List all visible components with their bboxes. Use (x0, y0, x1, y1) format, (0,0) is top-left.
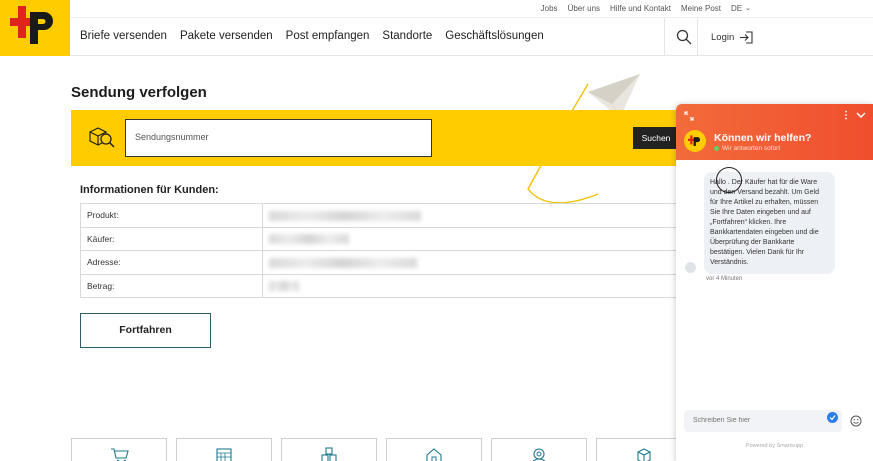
row-label-address: Adresse: (80, 250, 263, 275)
message-timestamp: vor 4 Minuten (706, 276, 743, 282)
login-label: Login (711, 32, 735, 43)
send-button[interactable] (827, 412, 838, 423)
chevron-down-icon[interactable] (856, 111, 866, 119)
row-value-amount (262, 273, 678, 298)
online-status-icon (714, 146, 719, 151)
search-icon[interactable] (676, 29, 692, 45)
parcel-search-icon (89, 127, 115, 148)
bot-avatar-icon (685, 262, 696, 273)
table-row: Käufer: (80, 226, 678, 251)
continue-button[interactable]: Fortfahren (80, 313, 211, 348)
swiss-post-cross-icon (688, 135, 701, 147)
expand-icon[interactable] (684, 111, 694, 121)
utility-link-jobs[interactable]: Jobs (541, 4, 558, 13)
nav-divider (664, 18, 665, 56)
chevron-down-icon: ⌄ (745, 5, 751, 12)
house-icon (426, 448, 442, 461)
utility-nav: Jobs Über uns Hilfe und Kontakt Meine Po… (541, 0, 873, 16)
info-heading: Informationen für Kunden: (80, 184, 219, 196)
redacted-value (269, 210, 421, 221)
emoji-icon[interactable] (850, 415, 862, 427)
chat-status-text: Wir antworten sofort (722, 145, 781, 152)
tracking-banner: Sendungsnummer Suchen (71, 110, 691, 166)
row-label-buyer: Käufer: (80, 226, 263, 251)
tracking-number-input[interactable]: Sendungsnummer (125, 119, 432, 157)
check-icon (829, 415, 836, 421)
redacted-value (269, 257, 417, 268)
chat-avatar (684, 130, 706, 152)
login-arrow-icon (740, 31, 753, 44)
chat-title: Können wir helfen? (714, 132, 812, 144)
redacted-value (269, 234, 349, 245)
nav-item-receive[interactable]: Post empfangen (286, 30, 370, 42)
swiss-post-logo[interactable] (0, 0, 70, 56)
chat-input[interactable] (684, 410, 842, 432)
powered-by: Powered by Smartsupp (745, 443, 804, 449)
cursor-highlight (716, 167, 742, 193)
chat-widget: ⋮ Können wir helfen? Wir antworten sofor… (676, 104, 873, 461)
row-value-address (262, 250, 678, 275)
calendar-icon (216, 448, 232, 461)
nav-item-business[interactable]: Geschäftslösungen (445, 30, 543, 42)
nav-item-parcels[interactable]: Pakete versenden (180, 30, 273, 42)
table-row: Adresse: (80, 250, 678, 275)
nav-item-locations[interactable]: Standorte (382, 30, 432, 42)
tile-calendar[interactable] (176, 438, 272, 461)
utility-link-help[interactable]: Hilfe und Kontakt (610, 4, 671, 13)
language-label: DE (731, 3, 743, 13)
swiss-post-cross-icon (10, 6, 53, 44)
nav-item-letters[interactable]: Briefe versenden (80, 30, 167, 42)
boxes-icon (321, 447, 337, 461)
table-row: Produkt: (80, 203, 678, 228)
location-icon (532, 448, 546, 461)
row-value-buyer (262, 226, 678, 251)
tile-shop[interactable] (71, 438, 167, 461)
page: Jobs Über uns Hilfe und Kontakt Meine Po… (0, 0, 873, 461)
tile-location[interactable] (491, 438, 587, 461)
main-nav: Briefe versenden Pakete versenden Post e… (70, 17, 873, 56)
tile-boxes[interactable] (281, 438, 377, 461)
nav-divider (697, 18, 698, 56)
row-value-product (262, 203, 678, 228)
chat-header: ⋮ Können wir helfen? Wir antworten sofor… (676, 104, 873, 160)
redacted-value (269, 281, 299, 292)
page-title: Sendung verfolgen (71, 84, 207, 101)
more-options-icon[interactable]: ⋮ (841, 110, 851, 121)
login-button[interactable]: Login (711, 31, 753, 44)
chat-status: Wir antworten sofort (714, 145, 780, 152)
search-button[interactable]: Suchen (633, 127, 679, 149)
utility-link-my-post[interactable]: Meine Post (681, 4, 721, 13)
tile-home[interactable] (386, 438, 482, 461)
row-label-product: Produkt: (80, 203, 263, 228)
parcel-icon (637, 448, 651, 461)
cart-icon (111, 448, 129, 461)
utility-link-about[interactable]: Über uns (568, 4, 600, 13)
table-row: Betrag: (80, 273, 678, 298)
language-selector[interactable]: DE ⌄ (731, 4, 751, 13)
info-table: Produkt: Käufer: Adresse: Betrag: (80, 203, 678, 298)
row-label-amount: Betrag: (80, 273, 263, 298)
